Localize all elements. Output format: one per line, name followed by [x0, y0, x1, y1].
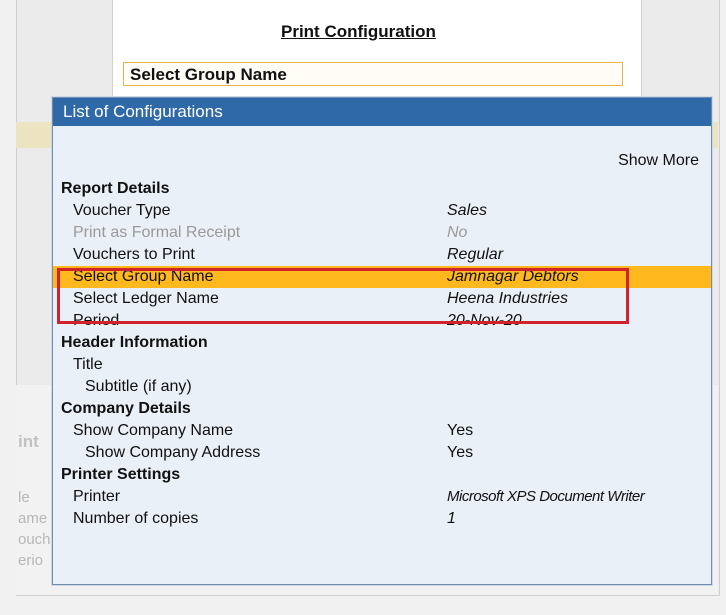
row-value: Sales — [447, 202, 488, 219]
annotation-highlight-box — [57, 268, 629, 324]
row-value: Yes — [447, 422, 474, 439]
config-row-title[interactable]: Title — [53, 354, 711, 376]
row-value: Yes — [447, 444, 474, 461]
section-label: Company Details — [61, 400, 191, 417]
section-label: Printer Settings — [61, 466, 181, 483]
print-configuration-title: Print Configuration — [281, 22, 436, 41]
section-company-details: Company Details — [53, 398, 711, 420]
background-text: int — [18, 432, 39, 451]
config-row-show-company-name[interactable]: Show Company Name Yes — [53, 420, 711, 442]
section-header-information: Header Information — [53, 332, 711, 354]
row-label: Print as Formal Receipt — [73, 224, 241, 241]
background-text: ouch — [18, 531, 51, 548]
row-label: Printer — [73, 488, 121, 505]
section-label: Header Information — [61, 334, 208, 351]
row-label: Number of copies — [73, 510, 199, 527]
list-of-configurations-popup: List of Configurations Show More Report … — [52, 97, 712, 585]
config-row-print-formal-receipt[interactable]: Print as Formal Receipt No — [53, 222, 711, 244]
background-text: erio — [18, 552, 44, 569]
config-row-printer[interactable]: Printer Microsoft XPS Document Writer — [53, 486, 711, 508]
select-group-name-field[interactable]: Select Group Name — [123, 62, 623, 86]
section-label: Report Details — [61, 180, 170, 197]
row-label: Voucher Type — [73, 202, 171, 219]
row-value: Regular — [447, 246, 504, 263]
section-printer-settings: Printer Settings — [53, 464, 711, 486]
configuration-list: Report Details Voucher Type Sales Print … — [53, 178, 711, 530]
background-text: ame — [18, 510, 48, 527]
section-report-details: Report Details — [53, 178, 711, 200]
popup-title: List of Configurations — [53, 98, 711, 126]
row-label: Title — [73, 356, 103, 373]
row-label: Show Company Address — [85, 444, 261, 461]
background-text: le — [18, 489, 30, 506]
row-label: Show Company Name — [73, 422, 234, 439]
config-row-number-of-copies[interactable]: Number of copies 1 — [53, 508, 711, 530]
row-value: Microsoft XPS Document Writer — [447, 488, 645, 505]
print-configuration-panel: Print Configuration Select Group Name — [112, 0, 642, 96]
row-label: Subtitle (if any) — [85, 378, 192, 395]
config-row-voucher-type[interactable]: Voucher Type Sales — [53, 200, 711, 222]
row-value: 1 — [447, 510, 456, 527]
config-row-subtitle[interactable]: Subtitle (if any) — [53, 376, 711, 398]
config-row-vouchers-to-print[interactable]: Vouchers to Print Regular — [53, 244, 711, 266]
show-more-button[interactable]: Show More — [618, 152, 699, 170]
row-value: No — [447, 224, 468, 241]
row-label: Vouchers to Print — [73, 246, 195, 263]
config-row-show-company-address[interactable]: Show Company Address Yes — [53, 442, 711, 464]
